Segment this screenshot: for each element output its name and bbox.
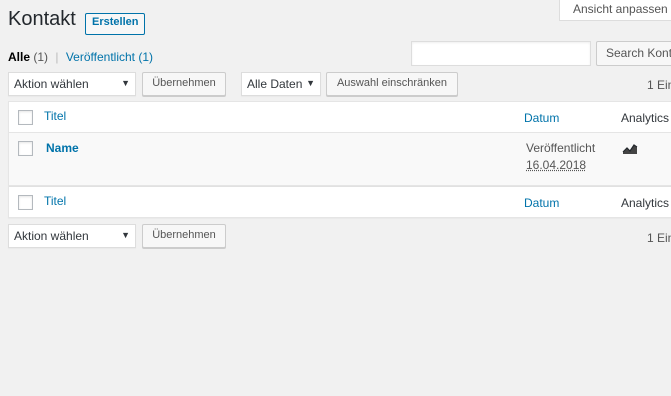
row-date-value: 16.04.2018 bbox=[526, 158, 587, 172]
table-header-row: Titel Datum Analytics bbox=[9, 102, 671, 133]
table-row: Name Veröffentlicht 16.04.2018 bbox=[9, 133, 671, 186]
screen-options-label: Ansicht anpassen bbox=[573, 2, 668, 16]
row-checkbox[interactable] bbox=[18, 141, 33, 156]
items-count-top: 1 Eintrag bbox=[647, 78, 671, 92]
column-date-footer[interactable]: Datum bbox=[524, 196, 559, 210]
page-title: Kontakt bbox=[8, 8, 76, 30]
chart-area-icon[interactable] bbox=[622, 143, 638, 155]
bulk-action-select-bottom[interactable]: Aktion wählen ▼ bbox=[8, 224, 136, 248]
column-date-header[interactable]: Datum bbox=[524, 111, 559, 125]
column-title-footer[interactable]: Titel bbox=[44, 194, 66, 208]
add-new-button[interactable]: Erstellen bbox=[85, 13, 146, 35]
row-title-link[interactable]: Name bbox=[46, 141, 79, 155]
date-filter-select[interactable]: Alle Daten ▼ bbox=[241, 72, 321, 96]
select-all-checkbox[interactable] bbox=[18, 110, 33, 125]
filter-separator: | bbox=[55, 50, 59, 64]
posts-table: Titel Datum Analytics Name Veröffentlich… bbox=[8, 101, 671, 218]
search-input[interactable] bbox=[411, 41, 591, 66]
bulk-action-value-bottom: Aktion wählen bbox=[14, 229, 89, 243]
column-analytics-footer: Analytics bbox=[621, 196, 670, 210]
filter-published-count[interactable]: (1) bbox=[138, 50, 153, 64]
column-title-header[interactable]: Titel bbox=[44, 109, 66, 123]
date-filter-value: Alle Daten bbox=[247, 77, 303, 91]
filter-published-link[interactable]: Veröffentlicht bbox=[66, 50, 135, 64]
chevron-down-icon: ▼ bbox=[306, 78, 315, 88]
filter-all-link[interactable]: Alle bbox=[8, 50, 30, 64]
row-date-status: Veröffentlicht bbox=[526, 141, 596, 155]
chevron-down-icon: ▼ bbox=[121, 78, 130, 88]
filter-all-count: (1) bbox=[33, 50, 49, 64]
search-button[interactable]: Search Kontakt bbox=[596, 41, 671, 66]
filter-button[interactable]: Auswahl einschränken bbox=[326, 72, 458, 96]
bulk-action-select-top[interactable]: Aktion wählen ▼ bbox=[8, 72, 136, 96]
status-filter-links: Alle (1) | Veröffentlicht (1) bbox=[8, 50, 153, 64]
bulk-action-value: Aktion wählen bbox=[14, 77, 89, 91]
table-footer-row: Titel Datum Analytics bbox=[9, 186, 671, 217]
apply-button-top[interactable]: Übernehmen bbox=[142, 72, 226, 96]
screen-options-button[interactable]: Ansicht anpassen bbox=[559, 0, 671, 21]
select-all-checkbox-footer[interactable] bbox=[18, 195, 33, 210]
column-analytics-header: Analytics bbox=[621, 111, 670, 125]
apply-button-bottom[interactable]: Übernehmen bbox=[142, 224, 226, 248]
items-count-bottom: 1 Eintrag bbox=[647, 231, 671, 245]
chevron-down-icon: ▼ bbox=[121, 230, 130, 240]
